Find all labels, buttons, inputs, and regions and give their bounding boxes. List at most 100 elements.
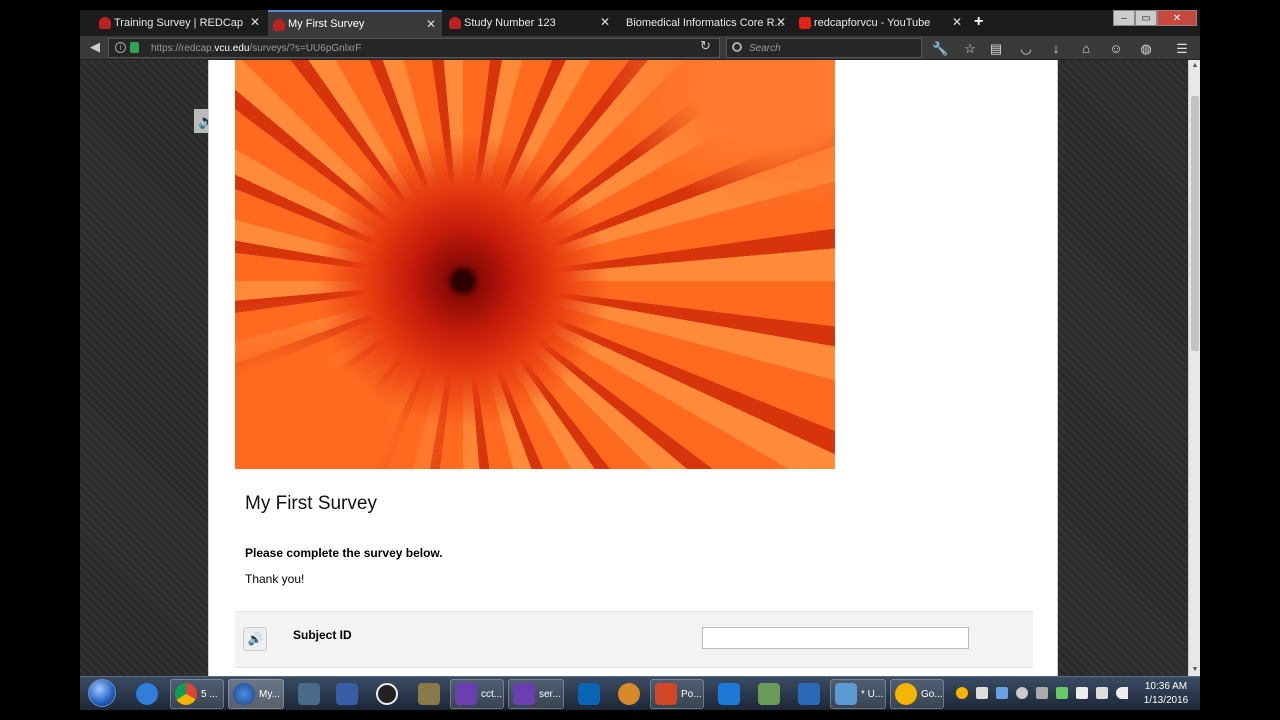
tools-icon <box>418 683 440 705</box>
taskbar-pinned-app[interactable] <box>754 679 784 709</box>
taskbar-pinned-app[interactable] <box>332 679 362 709</box>
taskbar-item-chrome[interactable]: 5 ... <box>170 679 224 709</box>
close-icon[interactable]: ✕ <box>952 15 962 29</box>
speaker-icon[interactable]: 🔊 <box>243 627 267 651</box>
close-icon[interactable]: ✕ <box>250 15 260 29</box>
taskbar-pinned-app[interactable] <box>614 679 644 709</box>
download-icon[interactable]: ↓ <box>1048 41 1064 57</box>
close-window-button[interactable]: ✕ <box>1157 10 1197 26</box>
survey-thanks: Thank you! <box>245 572 305 586</box>
menu-icon[interactable]: ☰ <box>1174 41 1190 57</box>
tray-tool-icon[interactable] <box>1036 687 1048 699</box>
taskbar-internet-explorer[interactable] <box>132 679 162 709</box>
taskbar-label: ser... <box>539 688 561 700</box>
taskbar-item-google[interactable]: Go... <box>890 679 944 709</box>
clock-date[interactable]: 1/13/2016 <box>1136 695 1196 706</box>
restore-button[interactable]: ▭ <box>1135 10 1157 26</box>
tray-display-icon[interactable] <box>1096 687 1108 699</box>
google-icon <box>895 683 917 705</box>
info-icon[interactable]: i <box>115 42 126 53</box>
taskbar: 5 ... My... cct... ser... Po... * U... G… <box>80 676 1200 710</box>
taskbar-pinned-app[interactable] <box>414 679 444 709</box>
scroll-down-icon[interactable]: ▼ <box>1189 664 1200 676</box>
vs-code-icon <box>718 683 740 705</box>
url-host: vcu.edu <box>214 42 250 54</box>
scroll-thumb[interactable] <box>1191 96 1199 351</box>
network-icon <box>298 683 320 705</box>
taskbar-item-powerpoint[interactable]: Po... <box>650 679 704 709</box>
bookmark-star-icon[interactable]: ☆ <box>962 41 978 57</box>
tray-cloud-icon[interactable] <box>976 687 988 699</box>
firefox-icon <box>233 683 255 705</box>
tray-flower-icon[interactable] <box>956 687 968 699</box>
minimize-button[interactable]: – <box>1113 10 1135 26</box>
field-label: Subject ID <box>293 628 352 642</box>
survey-page: My First Survey Please complete the surv… <box>208 60 1058 676</box>
subject-id-input[interactable] <box>702 627 969 649</box>
lock-icon <box>130 42 139 53</box>
tab-label: Biomedical Informatics Core R... <box>626 17 784 29</box>
page-title: My First Survey <box>245 493 377 514</box>
search-field[interactable]: Search <box>726 38 922 58</box>
app-window-icon <box>336 683 358 705</box>
tab-study-number[interactable]: Study Number 123 ✕ <box>444 10 616 36</box>
tab-label: Study Number 123 <box>464 17 556 29</box>
reading-list-icon[interactable]: ▤ <box>988 41 1004 57</box>
search-icon <box>732 42 742 52</box>
navigation-bar: ◀ i https://redcap. vcu.edu/surveys/?s=UU… <box>80 36 1200 60</box>
clock-time[interactable]: 10:36 AM <box>1136 681 1196 692</box>
internet-explorer-icon <box>136 683 158 705</box>
tray-flag-icon[interactable] <box>1076 687 1088 699</box>
url-path: /surveys/?s=UU6pGnlxrF <box>249 42 362 54</box>
tab-label: Training Survey | REDCap <box>114 17 243 29</box>
start-button[interactable] <box>88 679 116 707</box>
tray-shield-icon[interactable] <box>996 687 1008 699</box>
taskbar-pinned-app[interactable] <box>714 679 744 709</box>
screen: Training Survey | REDCap ✕ My First Surv… <box>80 10 1200 710</box>
pocket-icon[interactable]: ◡ <box>1018 41 1034 57</box>
tray-sync-icon[interactable] <box>1016 687 1028 699</box>
back-arrow-icon[interactable]: ◀ <box>90 39 100 55</box>
chrome-icon <box>175 683 197 705</box>
tab-biomedical-informatics[interactable]: Biomedical Informatics Core R... ✕ <box>618 10 792 36</box>
github-icon <box>376 683 398 705</box>
taskbar-item-visual-studio[interactable]: ser... <box>508 679 564 709</box>
powershell-icon <box>798 683 820 705</box>
chat-icon[interactable]: ☺ <box>1108 41 1124 57</box>
taskbar-pinned-app[interactable] <box>574 679 604 709</box>
survey-logo-image <box>235 60 835 469</box>
redcap-icon <box>99 17 111 29</box>
taskbar-pinned-app[interactable] <box>372 679 402 709</box>
database-icon <box>758 683 780 705</box>
survey-instructions: Please complete the survey below. <box>245 546 443 560</box>
taskbar-pinned-app[interactable] <box>794 679 824 709</box>
close-icon[interactable]: ✕ <box>776 15 786 29</box>
tray-network-icon[interactable] <box>1056 687 1068 699</box>
taskbar-label: * U... <box>861 688 884 700</box>
tab-my-first-survey[interactable]: My First Survey ✕ <box>268 10 442 36</box>
vertical-scrollbar[interactable]: ▲ ▼ <box>1188 60 1200 676</box>
taskbar-item-notepad[interactable]: * U... <box>830 679 886 709</box>
tab-strip: Training Survey | REDCap ✕ My First Surv… <box>80 10 1200 36</box>
close-icon[interactable]: ✕ <box>600 15 610 29</box>
taskbar-label: Go... <box>921 688 943 700</box>
wrench-icon[interactable]: 🔧 <box>932 41 948 57</box>
new-tab-button[interactable]: + <box>974 13 983 31</box>
taskbar-label: 5 ... <box>201 688 218 700</box>
close-icon[interactable]: ✕ <box>426 17 436 31</box>
home-icon[interactable]: ⌂ <box>1078 41 1094 57</box>
reload-icon[interactable]: ↻ <box>700 38 711 54</box>
sync-icon[interactable]: ◍ <box>1138 41 1154 57</box>
tab-youtube[interactable]: redcapforvcu - YouTube ✕ <box>794 10 968 36</box>
search-placeholder: Search <box>749 42 781 54</box>
visual-studio-icon <box>455 683 477 705</box>
tab-training-survey[interactable]: Training Survey | REDCap ✕ <box>94 10 266 36</box>
volume-icon[interactable] <box>1116 687 1128 699</box>
url-bar[interactable]: i https://redcap. vcu.edu/surveys/?s=UU6p… <box>108 38 720 58</box>
taskbar-pinned-app[interactable] <box>294 679 324 709</box>
scroll-up-icon[interactable]: ▲ <box>1189 60 1200 72</box>
taskbar-label: Po... <box>681 688 702 700</box>
taskbar-item-visual-studio[interactable]: cct... <box>450 679 504 709</box>
page-viewport: 🔊 My First Survey Please complete the su… <box>80 60 1188 676</box>
taskbar-item-firefox[interactable]: My... <box>228 679 284 709</box>
